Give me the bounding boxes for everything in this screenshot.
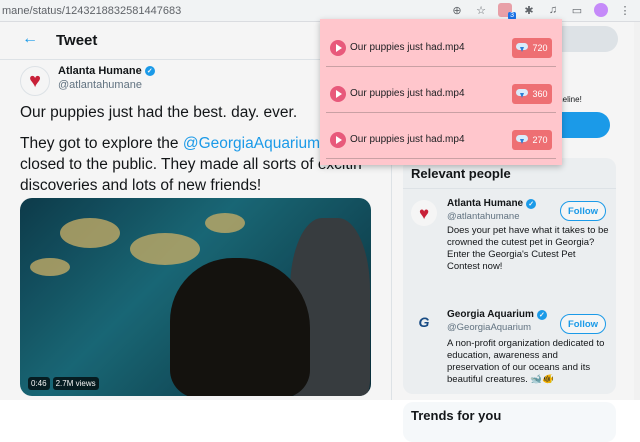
dog-silhouette [170, 258, 310, 396]
translate-icon[interactable]: ⊕ [450, 3, 464, 17]
file-name: Our puppies just had.mp4 [350, 88, 465, 99]
play-triangle [336, 44, 342, 52]
download-button[interactable]: 720 [512, 38, 552, 58]
puzzle-icon[interactable]: ✱ [522, 3, 536, 17]
author-name[interactable]: Atlanta Humane ✓ [58, 65, 155, 77]
video-duration: 0:46 [28, 377, 50, 390]
person-name-text: Georgia Aquarium [447, 309, 534, 320]
relevant-people-title: Relevant people [411, 166, 511, 181]
verified-icon: ✓ [526, 198, 537, 209]
play-triangle [336, 90, 342, 98]
fish-image [205, 213, 245, 233]
person-handle[interactable]: @atlantahumane [447, 211, 520, 222]
quality-label: 360 [532, 89, 548, 99]
address-bar[interactable]: mane/status/1243218832581447683 [0, 5, 181, 17]
heart-logo-icon: ♥ [29, 70, 41, 92]
person-bio: A non-profit organization dedicated to e… [447, 338, 605, 385]
video-downloader-extension-icon[interactable]: 3 [498, 3, 516, 20]
author-handle[interactable]: @atlantahumane [58, 79, 142, 91]
quality-label: 270 [532, 135, 548, 145]
verified-icon: ✓ [144, 66, 155, 76]
back-arrow-icon[interactable]: ← [22, 30, 38, 48]
avatar[interactable]: ♥ [411, 200, 437, 226]
tweet-text-line: discoveries and lots of new friends! [20, 177, 262, 194]
author-avatar[interactable]: ♥ [20, 66, 50, 96]
download-arrow [520, 47, 525, 52]
download-button[interactable]: 360 [512, 84, 552, 104]
quality-label: 720 [532, 43, 548, 53]
person-handle[interactable]: @GeorgiaAquarium [447, 322, 531, 333]
person-name[interactable]: Georgia Aquarium ✓ [447, 309, 547, 320]
trends-panel: Trends for you [403, 402, 616, 442]
download-arrow [520, 139, 525, 144]
video-downloader-popup: Our puppies just had.mp4 720 Our puppies… [320, 19, 562, 165]
download-arrow [520, 93, 525, 98]
person-name[interactable]: Atlanta Humane ✓ [447, 198, 537, 209]
play-icon[interactable] [330, 86, 346, 102]
tweet-text-segment: They got to explore the [20, 135, 183, 152]
media-icon[interactable]: ♫ [546, 3, 560, 17]
video-stats: 0:46 2.7M views [28, 377, 99, 390]
play-triangle [336, 136, 342, 144]
file-name: Our puppies just had.mp4 [350, 42, 465, 53]
follow-button[interactable]: Follow [560, 314, 606, 334]
play-icon[interactable] [330, 40, 346, 56]
author-name-text: Atlanta Humane [58, 65, 142, 77]
cloud-download-icon [516, 135, 529, 145]
toolbar-icons: ⊕ ☆ 3 ✱ ♫ ▭ ⋮ [450, 3, 632, 20]
relevant-people-panel: Relevant people ♥ Atlanta Humane ✓ @atlan… [403, 158, 616, 394]
tweet-video[interactable]: 0:46 2.7M views [20, 198, 371, 396]
mention-link[interactable]: @GeorgiaAquarium [183, 135, 320, 152]
person-name-text: Atlanta Humane [447, 198, 524, 209]
list-item: Our puppies just had.mp4 720 [326, 23, 556, 67]
fish-image [130, 233, 200, 265]
cloud-download-icon [516, 89, 529, 99]
follow-button[interactable]: Follow [560, 201, 606, 221]
divider [403, 188, 616, 189]
person-bio: Does your pet have what it takes to be c… [447, 225, 609, 272]
star-icon[interactable]: ☆ [474, 3, 488, 17]
file-name: Our puppies just had.mp4 [350, 134, 465, 145]
download-button[interactable]: 270 [512, 130, 552, 150]
scrollbar[interactable] [634, 22, 640, 400]
avatar[interactable]: G [411, 309, 437, 335]
fish-image [60, 218, 120, 248]
fish-image [30, 258, 70, 276]
list-item: Our puppies just had.mp4 270 [326, 115, 556, 159]
play-icon[interactable] [330, 132, 346, 148]
video-views: 2.7M views [52, 377, 99, 390]
profile-avatar-icon[interactable] [594, 3, 608, 17]
trends-title: Trends for you [411, 408, 502, 423]
more-menu-icon[interactable]: ⋮ [618, 3, 632, 17]
heart-logo-icon: ♥ [418, 203, 430, 223]
page-title: Tweet [56, 32, 98, 49]
georgia-aquarium-logo-icon: G [418, 314, 430, 330]
cloud-download-icon [516, 43, 529, 53]
list-item: Our puppies just had.mp4 360 [326, 69, 556, 113]
verified-icon: ✓ [536, 309, 547, 320]
reading-list-icon[interactable]: ▭ [570, 3, 584, 17]
